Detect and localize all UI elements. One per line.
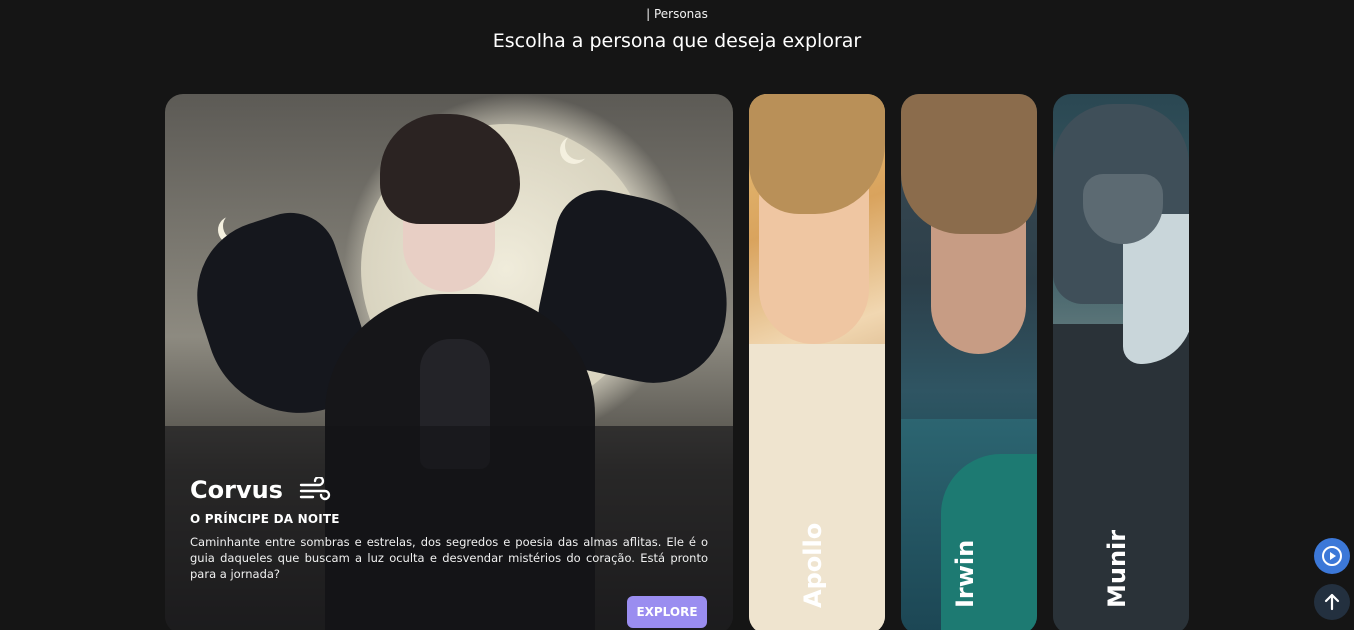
persona-description: Caminhante entre sombras e estrelas, dos… (190, 535, 708, 581)
wind-icon (299, 477, 331, 501)
persona-card-irwin[interactable]: Irwin (901, 94, 1037, 630)
scroll-to-top-button[interactable] (1314, 584, 1350, 620)
persona-name-row: Corvus (190, 476, 331, 504)
persona-name: Irwin (951, 539, 979, 608)
arrow-up-icon (1324, 593, 1340, 611)
play-button[interactable] (1314, 538, 1350, 574)
play-circle-icon (1322, 546, 1342, 566)
persona-name: Munir (1103, 529, 1131, 608)
persona-name: Apollo (799, 522, 827, 608)
persona-card-corvus[interactable]: Corvus O PRÍNCIPE DA NOITE Caminhante en… (165, 94, 733, 630)
section-eyebrow: | Personas (646, 7, 708, 21)
persona-card-apollo[interactable]: Apollo (749, 94, 885, 630)
persona-hair (901, 94, 1037, 234)
persona-subtitle: O PRÍNCIPE DA NOITE (190, 512, 340, 526)
explore-button[interactable]: EXPLORE (627, 596, 707, 628)
crescent-moon-icon (565, 132, 593, 160)
section-title: Escolha a persona que deseja explorar (492, 30, 862, 52)
persona-info-panel: Corvus O PRÍNCIPE DA NOITE Caminhante en… (165, 426, 733, 630)
persona-card-munir[interactable]: Munir (1053, 94, 1189, 630)
persona-name: Corvus (190, 476, 283, 504)
